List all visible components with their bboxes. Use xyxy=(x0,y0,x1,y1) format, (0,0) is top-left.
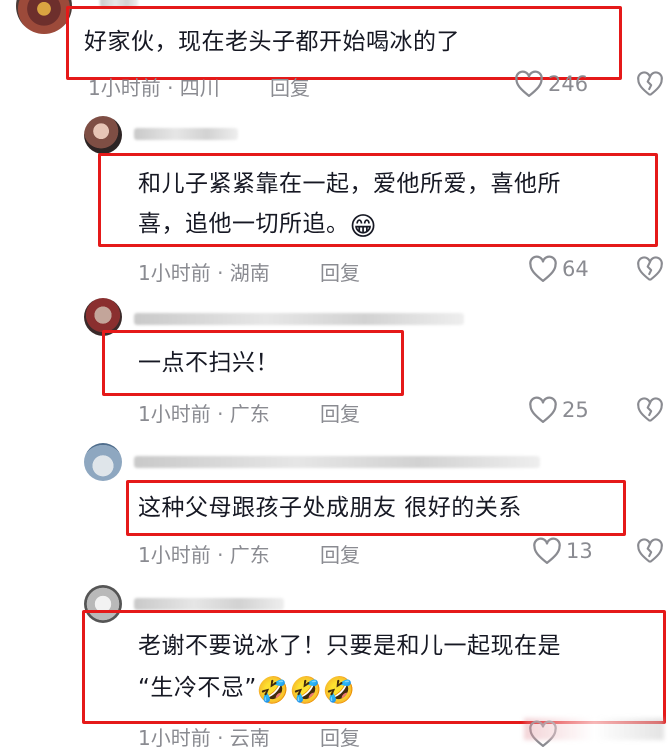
avatar[interactable] xyxy=(84,116,122,154)
like-count: 246 xyxy=(548,72,589,96)
comment-time-location: 1小时前 · 广东 xyxy=(138,543,270,567)
broken-heart-icon xyxy=(636,255,664,283)
like-button[interactable]: 64 xyxy=(528,255,589,283)
reply-button[interactable]: 回复 xyxy=(320,398,360,427)
like-button[interactable]: 13 xyxy=(532,537,593,565)
dislike-button[interactable] xyxy=(636,396,664,424)
broken-heart-icon xyxy=(636,537,664,565)
username-blurred xyxy=(134,456,540,468)
comment-text-line-2: 喜，追他一切所追。😁 xyxy=(138,211,378,242)
comment-time-location: 1小时前 · 广东 xyxy=(138,402,270,426)
heart-outline-icon xyxy=(532,537,562,565)
like-count: 25 xyxy=(562,398,589,422)
like-button[interactable]: 25 xyxy=(528,396,589,424)
like-count: 64 xyxy=(562,257,589,281)
like-count: 13 xyxy=(566,539,593,563)
comment-time-location: 1小时前 · 湖南 xyxy=(138,261,270,285)
watermark xyxy=(524,718,664,740)
dislike-button[interactable] xyxy=(636,255,664,283)
reply-button[interactable]: 回复 xyxy=(320,257,360,286)
username-blurred xyxy=(134,598,284,610)
reply-button[interactable]: 回复 xyxy=(320,539,360,568)
avatar[interactable] xyxy=(84,443,122,481)
reply-button[interactable]: 回复 xyxy=(320,722,360,751)
comment-text-line-1: 老谢不要说冰了！只要是和儿一起现在是 xyxy=(138,633,561,659)
like-button[interactable]: 246 xyxy=(514,70,588,98)
username-blurred xyxy=(134,313,464,325)
comment-text: 这种父母跟孩子处成朋友 很好的关系 xyxy=(138,495,522,521)
broken-heart-icon xyxy=(636,70,664,98)
comment-text-line-1: 和儿子紧紧靠在一起，爱他所爱，喜他所 xyxy=(138,171,561,197)
broken-heart-icon xyxy=(636,396,664,424)
reply-button[interactable]: 回复 xyxy=(270,72,310,101)
heart-outline-icon xyxy=(514,70,544,98)
comment-time-location: 1小时前 · 云南 xyxy=(138,726,270,750)
heart-outline-icon xyxy=(528,396,558,424)
username-blurred xyxy=(134,128,238,140)
comment-time-location: 1小时前 · 四川 xyxy=(88,76,220,100)
avatar[interactable] xyxy=(16,0,72,34)
dislike-button[interactable] xyxy=(636,537,664,565)
heart-outline-icon xyxy=(528,255,558,283)
dislike-button[interactable] xyxy=(636,70,664,98)
grin-emoji: 😁 xyxy=(349,212,378,242)
comment-text-line-2: “生冷不忌”🤣🤣🤣 xyxy=(138,675,356,706)
comment-text: 好家伙，现在老头子都开始喝冰的了 xyxy=(84,29,460,55)
rofl-emoji: 🤣🤣🤣 xyxy=(256,676,356,706)
comment-text: 一点不扫兴！ xyxy=(138,350,279,376)
